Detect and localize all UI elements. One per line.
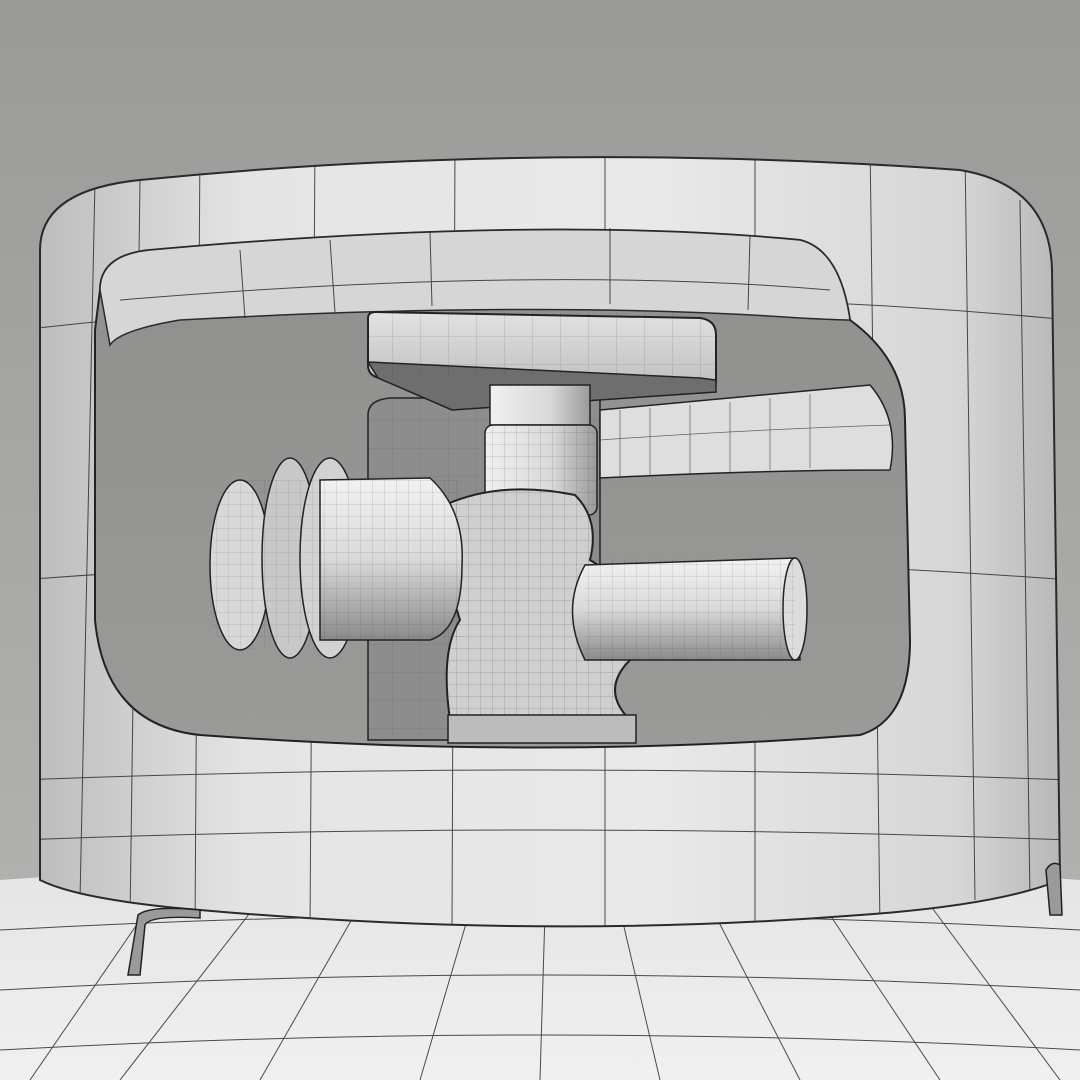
left-threaded-outlet [209, 457, 463, 659]
render-viewport [0, 0, 1080, 1080]
wireframe-render [0, 0, 1080, 1080]
right-outlet-pipe [571, 557, 808, 661]
